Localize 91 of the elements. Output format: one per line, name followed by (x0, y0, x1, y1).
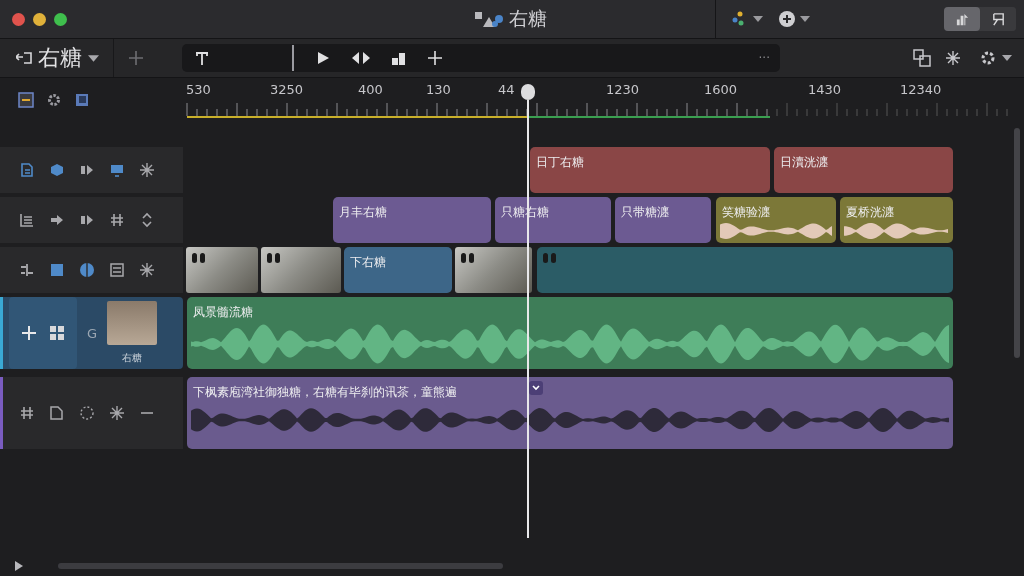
sparkle-icon[interactable] (139, 162, 155, 178)
caret-icon (88, 54, 99, 62)
timeline-clip[interactable]: 只带糖瀍 (615, 197, 711, 243)
project-menu-button[interactable]: 右糖 (0, 39, 114, 77)
minimize-button[interactable] (33, 12, 46, 26)
app-logo-icon (475, 10, 503, 28)
panel-icon[interactable] (109, 262, 125, 278)
sparkle-icon[interactable] (109, 405, 125, 421)
marker-icon[interactable] (18, 92, 34, 108)
circle-icon[interactable] (79, 262, 95, 278)
vertical-scrollbar[interactable] (1014, 128, 1020, 358)
ruler-label: 44 (498, 82, 515, 97)
clip-label: 日丁右糖 (536, 154, 584, 171)
dropdown-chevron-icon[interactable] (529, 381, 543, 395)
timeline-clip[interactable]: 日丁右糖 (530, 147, 770, 193)
frame-icon[interactable] (74, 92, 90, 108)
document-icon[interactable] (19, 162, 35, 178)
ruler-label: 3250 (270, 82, 304, 97)
list-icon[interactable] (19, 212, 35, 228)
track-header[interactable] (0, 197, 183, 243)
clip-label: 下右糖 (350, 254, 386, 271)
back-icon (16, 50, 32, 66)
close-button[interactable] (12, 12, 25, 26)
photo-placeholder[interactable] (261, 247, 341, 293)
copy-icon[interactable] (49, 405, 65, 421)
zoom-button[interactable] (54, 12, 67, 26)
playhead-handle[interactable] (521, 84, 535, 100)
expand-icon[interactable] (139, 212, 155, 228)
split-icon[interactable] (19, 262, 35, 278)
split-arrows-icon[interactable] (352, 51, 370, 65)
clip-label: 夏桥洸瀍 (846, 204, 894, 221)
sparkle-icon[interactable] (139, 262, 155, 278)
clip-label: 日瀆洸瀍 (780, 154, 828, 171)
timeline-clip[interactable]: 日瀆洸瀍 (774, 147, 953, 193)
timeline-clip[interactable]: 笑糖验瀍 (716, 197, 836, 243)
clip-label: 月丰右糖 (339, 204, 387, 221)
ruler-label: 400 (358, 82, 383, 97)
skip-icon[interactable] (79, 162, 95, 178)
track-header[interactable]: G 右糖 (0, 297, 183, 369)
ruler-label: 12340 (900, 82, 942, 97)
sliders-icon[interactable] (109, 212, 125, 228)
clip-label: 只带糖瀍 (621, 204, 669, 221)
bars-icon[interactable] (392, 51, 406, 65)
caret-icon (1002, 55, 1012, 61)
track-letter: G (87, 325, 98, 341)
monitor-icon[interactable] (109, 162, 125, 178)
window-title: 右糖 (509, 6, 547, 31)
plus-circle-icon (779, 11, 795, 27)
caret-icon (753, 16, 763, 22)
play-icon[interactable] (14, 561, 24, 571)
chart-icon (954, 11, 970, 27)
track-header[interactable] (0, 247, 183, 293)
clip-markers-icon (543, 253, 557, 263)
timeline-clip[interactable]: 凤景髓流糖 (187, 297, 953, 369)
ruler-label: 1430 (808, 82, 842, 97)
clip-label: 下枫素庖湾社御独糖，右糖有毕刹的讯茶，童熊遍 (193, 384, 457, 401)
panel-icon (990, 11, 1006, 27)
skip-icon[interactable] (79, 212, 95, 228)
thumbnail-caption: 右糖 (122, 351, 143, 365)
copy-icon[interactable] (913, 49, 931, 67)
timeline-clip[interactable]: 夏桥洸瀍 (840, 197, 953, 243)
timeline-clip[interactable]: 下枫素庖湾社御独糖，右糖有毕刹的讯茶，童熊遍 (187, 377, 953, 449)
sliders-icon[interactable] (19, 405, 35, 421)
horizontal-scrollbar[interactable] (58, 563, 503, 569)
ruler-label: 530 (186, 82, 211, 97)
ruler-label: 1600 (704, 82, 738, 97)
clip-label: 笑糖验瀍 (722, 204, 770, 221)
square-icon[interactable] (49, 262, 65, 278)
photo-placeholder[interactable] (455, 247, 532, 293)
timeline-clip[interactable] (537, 247, 953, 293)
sparkle-icon[interactable] (945, 50, 961, 66)
track-header[interactable] (0, 147, 183, 193)
ruler-label: 130 (426, 82, 451, 97)
grid-icon[interactable] (49, 325, 65, 341)
photo-placeholder (107, 301, 158, 345)
play-icon[interactable] (316, 51, 330, 65)
track-header[interactable] (0, 377, 183, 449)
clip-label: 凤景髓流糖 (193, 304, 253, 321)
ruler-label: 1230 (606, 82, 640, 97)
more-button[interactable]: ··· (758, 51, 770, 65)
arrow-icon[interactable] (49, 212, 65, 228)
photo-placeholder[interactable] (186, 247, 258, 293)
view-toggle[interactable] (944, 7, 980, 31)
text-tool-icon[interactable] (194, 50, 210, 66)
dotted-circle-icon[interactable] (79, 405, 95, 421)
timeline-clip[interactable]: 月丰右糖 (333, 197, 491, 243)
caret-icon (800, 16, 810, 22)
cube-icon[interactable] (49, 162, 65, 178)
gear-icon[interactable] (46, 92, 62, 108)
timeline-clip[interactable]: 下右糖 (344, 247, 452, 293)
gear-icon (979, 49, 997, 67)
